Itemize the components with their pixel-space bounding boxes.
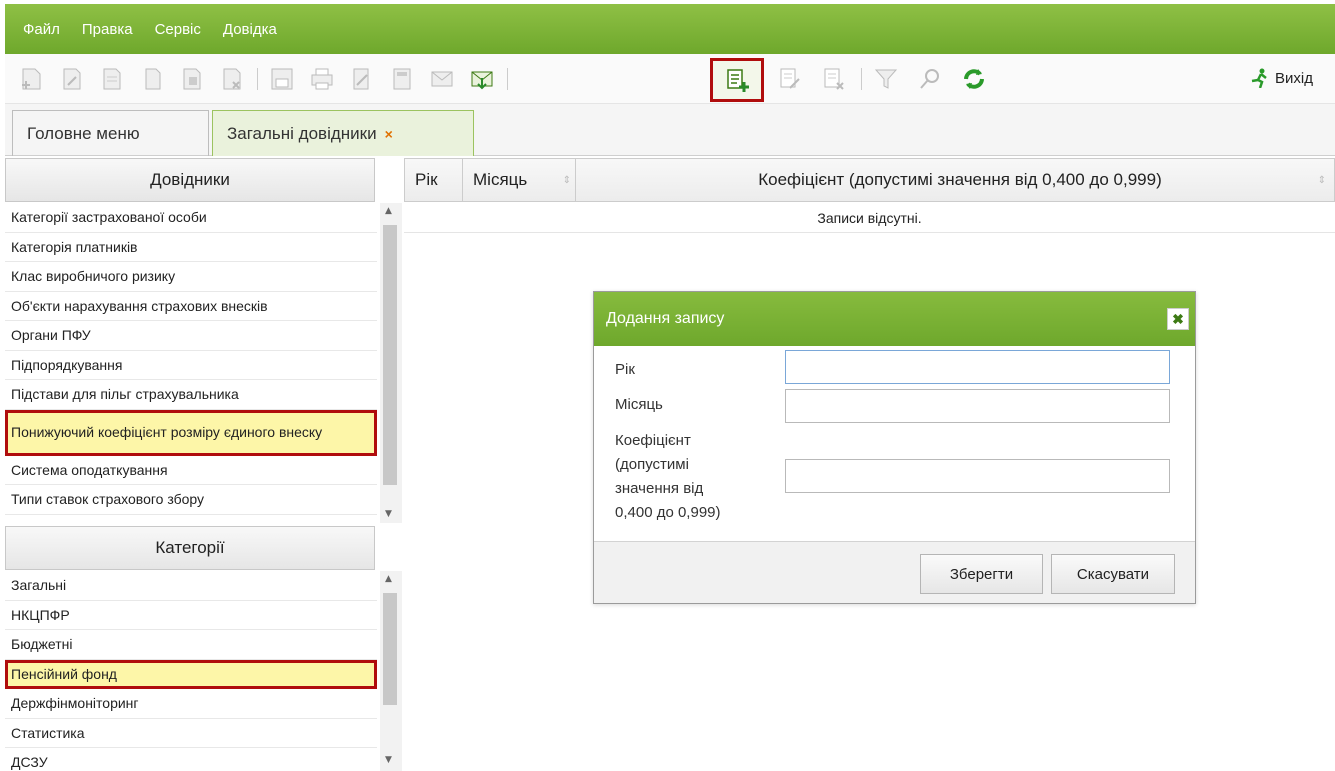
coefficient-label-line: Коефіцієнт — [615, 432, 691, 449]
close-tab-icon[interactable]: × — [385, 126, 393, 142]
dialog-footer: Зберегти Скасувати — [594, 541, 1195, 603]
exit-button[interactable]: Вихід — [1249, 68, 1313, 88]
list-item[interactable]: Об'єкти нарахування страхових внесків — [5, 292, 377, 321]
save-icon[interactable] — [263, 60, 301, 98]
list-item[interactable]: Пенсійний фонд — [5, 659, 377, 689]
list-item[interactable]: Підстави для пільг страхувальника — [5, 380, 377, 410]
dialog-titlebar: Додання запису ✖ — [594, 292, 1195, 346]
grid-header: Рік Місяць ⇕ Коефіцієнт (допустимі значен… — [404, 158, 1335, 202]
references-scrollbar[interactable]: ▲ ▼ — [380, 203, 402, 523]
print-icon[interactable] — [303, 60, 341, 98]
open-document-icon[interactable] — [93, 60, 131, 98]
import-document-icon[interactable] — [173, 60, 211, 98]
toolbar: Вихід — [5, 54, 1335, 104]
list-item[interactable]: ДСЗУ — [5, 748, 377, 771]
exit-label: Вихід — [1275, 69, 1313, 87]
categories-header: Категорії — [5, 526, 375, 570]
menu-edit[interactable]: Правка — [82, 21, 133, 38]
column-month[interactable]: Місяць ⇕ — [463, 159, 576, 201]
delete-document-icon[interactable] — [213, 60, 251, 98]
list-item[interactable]: Клас виробничого ризику — [5, 262, 377, 292]
calculator-icon[interactable] — [383, 60, 421, 98]
month-label: Місяць — [615, 396, 663, 413]
list-item[interactable]: НКЦПФР — [5, 601, 377, 630]
dialog-title: Додання запису — [606, 310, 725, 327]
list-item[interactable]: Органи ПФУ — [5, 321, 377, 351]
menu-bar: Файл Правка Сервіс Довідка — [5, 4, 1335, 54]
new-document-icon[interactable] — [13, 60, 51, 98]
list-item[interactable]: Система оподаткування — [5, 456, 377, 485]
add-record-dialog: Додання запису ✖ Рік Місяць Коефіцієнт (… — [593, 291, 1196, 604]
column-coefficient[interactable]: Коефіцієнт (допустимі значення від 0,400… — [576, 159, 1334, 201]
receive-mail-icon[interactable] — [463, 60, 501, 98]
list-item[interactable]: Понижуючий коефіцієнт розміру єдиного вн… — [5, 409, 377, 456]
edit-record-icon[interactable] — [771, 60, 809, 98]
empty-message: Записи відсутні. — [404, 203, 1335, 233]
column-month-label: Місяць — [473, 170, 528, 189]
coefficient-input[interactable] — [785, 459, 1170, 493]
mail-icon[interactable] — [423, 60, 461, 98]
categories-list: Загальні НКЦПФР Бюджетні Пенсійний фонд Держ… — [5, 571, 402, 771]
categories-scrollbar[interactable]: ▲ ▼ — [380, 571, 402, 771]
coefficient-label-line: 0,400 до 0,999) — [615, 504, 721, 521]
tab-general-references[interactable]: Загальні довідники × — [212, 110, 474, 156]
list-item[interactable]: Держфінмоніторинг — [5, 689, 377, 719]
list-item[interactable]: Статистика — [5, 719, 377, 748]
menu-help[interactable]: Довідка — [223, 21, 277, 38]
menu-service[interactable]: Сервіс — [155, 21, 201, 38]
sign-icon[interactable] — [343, 60, 381, 98]
list-item[interactable]: Категорія платників — [5, 233, 377, 262]
tab-label: Загальні довідники — [227, 123, 377, 143]
tab-main-menu[interactable]: Головне меню — [12, 110, 209, 156]
year-label: Рік — [615, 361, 635, 378]
month-input[interactable] — [785, 389, 1170, 423]
coefficient-label: Коефіцієнт (допустимі значення від 0,400… — [615, 429, 721, 525]
tab-label: Головне меню — [27, 123, 140, 143]
refresh-icon[interactable] — [955, 60, 993, 98]
copy-document-icon[interactable] — [133, 60, 171, 98]
column-coefficient-label: Коефіцієнт (допустимі значення від 0,400… — [758, 170, 1162, 189]
references-header: Довідники — [5, 158, 375, 202]
edit-document-icon[interactable] — [53, 60, 91, 98]
list-item[interactable]: Загальні — [5, 571, 377, 601]
list-item[interactable]: Типи ставок страхового збору — [5, 485, 377, 515]
list-item[interactable]: Підпорядкування — [5, 351, 377, 380]
list-item[interactable]: Категорії застрахованої особи — [5, 203, 377, 233]
close-icon[interactable]: ✖ — [1167, 308, 1189, 330]
year-input[interactable] — [785, 350, 1170, 384]
list-item[interactable]: Бюджетні — [5, 630, 377, 660]
column-year[interactable]: Рік — [405, 159, 463, 201]
filter-icon[interactable] — [867, 60, 905, 98]
delete-record-icon[interactable] — [815, 60, 853, 98]
sort-icon: ⇕ — [562, 174, 571, 186]
cancel-button[interactable]: Скасувати — [1051, 554, 1175, 594]
coefficient-label-line: значення від — [615, 480, 704, 497]
sort-icon: ⇕ — [1317, 174, 1326, 186]
menu-file[interactable]: Файл — [23, 21, 60, 38]
add-record-icon[interactable] — [710, 58, 764, 102]
search-icon[interactable] — [911, 60, 949, 98]
exit-icon — [1251, 68, 1267, 88]
save-button[interactable]: Зберегти — [920, 554, 1043, 594]
tab-bar: Головне меню Загальні довідники × — [5, 104, 1335, 156]
coefficient-label-line: (допустимі — [615, 456, 689, 473]
references-list: Категорії застрахованої особи Категорія п… — [5, 203, 402, 523]
